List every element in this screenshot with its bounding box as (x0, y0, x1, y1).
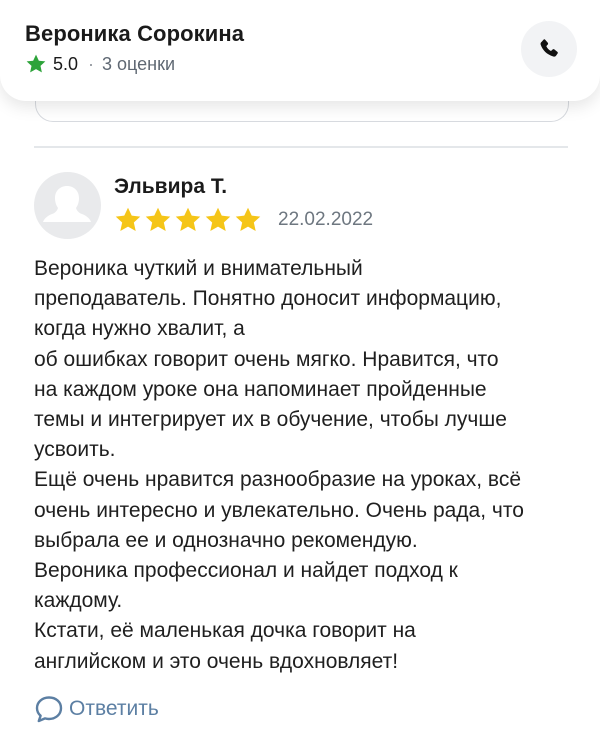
reviewer-name: Эльвира Т. (114, 175, 228, 198)
star-icon (235, 207, 261, 231)
star-icon (145, 207, 171, 231)
review-date: 22.02.2022 (278, 209, 374, 230)
star-icon (175, 207, 201, 231)
review-text: Вероника чуткий и внимательный преподава… (34, 257, 524, 673)
ratings-count-link[interactable]: 3 оценки (102, 54, 175, 75)
tutor-header: Вероника Сорокина 5.0 · 3 оценки (0, 0, 600, 101)
reply-button[interactable]: Ответить (33, 693, 159, 725)
tutor-name: Вероника Сорокина (25, 21, 245, 46)
section-divider (34, 146, 568, 148)
rating-score: 5.0 (53, 53, 79, 74)
star-icon (115, 207, 141, 231)
rating-separator: · (88, 53, 95, 74)
review-stars: 22.02.2022 (114, 206, 373, 234)
green-star-icon (26, 54, 46, 73)
phone-icon (540, 39, 558, 57)
reviewer-avatar (34, 172, 101, 239)
tutor-rating: 5.0 · 3 оценки (25, 52, 175, 76)
reply-label: Ответить (69, 697, 159, 720)
speech-bubble-icon (35, 696, 63, 723)
person-silhouette-icon (43, 186, 91, 222)
star-icon (205, 207, 231, 231)
call-button[interactable] (521, 21, 577, 77)
